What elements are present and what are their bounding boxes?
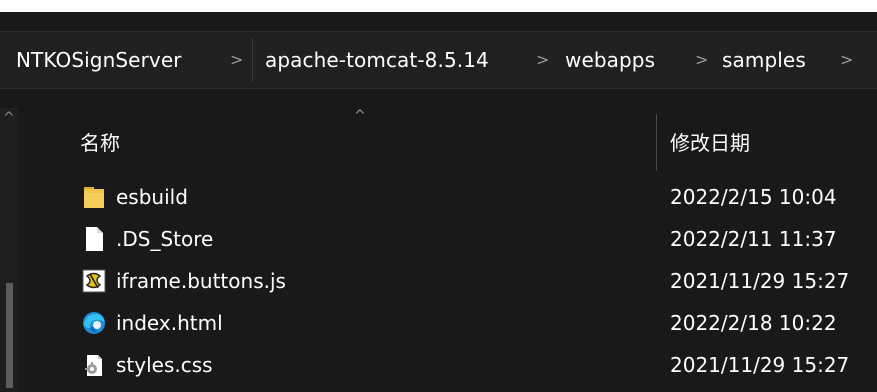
js-script-icon [82, 268, 106, 294]
chevron-right-icon[interactable]: > [840, 32, 853, 88]
folder-icon [82, 184, 106, 210]
file-date-modified: 2021/11/29 15:27 [670, 353, 850, 377]
sort-ascending-icon: ^ [354, 108, 366, 124]
chevron-right-icon[interactable]: > [536, 32, 549, 88]
file-row-index-html[interactable]: index.html 2022/2/18 10:22 [76, 302, 877, 344]
edge-browser-icon [82, 310, 106, 336]
file-name: iframe.buttons.js [116, 269, 286, 293]
column-header-name[interactable]: 名称 [80, 128, 120, 158]
file-row-iframe-buttons-js[interactable]: iframe.buttons.js 2021/11/29 15:27 [76, 260, 877, 302]
scrollbar-thumb[interactable] [6, 283, 13, 388]
file-date-modified: 2022/2/15 10:04 [670, 185, 837, 209]
breadcrumb-webapps[interactable]: webapps [565, 32, 655, 88]
window-top-edge [0, 0, 877, 12]
file-date-modified: 2022/2/18 10:22 [670, 311, 837, 335]
file-name: index.html [116, 311, 223, 335]
file-date-modified: 2022/2/11 11:37 [670, 227, 837, 251]
file-row-esbuild[interactable]: esbuild 2022/2/15 10:04 [76, 176, 877, 218]
chevron-right-icon[interactable]: > [230, 32, 243, 88]
file-row-ds-store[interactable]: .DS_Store 2022/2/11 11:37 [76, 218, 877, 260]
file-row-styles-css[interactable]: styles.css 2021/11/29 15:27 [76, 344, 877, 386]
navigation-pane-scrollbar[interactable]: ^ [0, 108, 18, 392]
file-name: esbuild [116, 185, 188, 209]
file-icon [82, 226, 106, 252]
file-date-modified: 2021/11/29 15:27 [670, 269, 850, 293]
breadcrumb-samples[interactable]: samples [722, 32, 806, 88]
breadcrumb-apache-tomcat[interactable]: apache-tomcat-8.5.14 [265, 32, 489, 88]
breadcrumb-divider [252, 38, 253, 82]
css-file-icon [82, 352, 106, 378]
column-header-date-modified[interactable]: 修改日期 [670, 128, 750, 158]
breadcrumb-ntkosignserver[interactable]: NTKOSignServer [16, 32, 182, 88]
file-explorer-window: NTKOSignServer > apache-tomcat-8.5.14 > … [0, 12, 877, 392]
chevron-right-icon[interactable]: > [695, 32, 708, 88]
file-name: styles.css [116, 353, 213, 377]
address-bar[interactable]: NTKOSignServer > apache-tomcat-8.5.14 > … [0, 31, 877, 89]
scroll-up-icon[interactable]: ^ [3, 108, 15, 128]
file-name: .DS_Store [116, 227, 214, 251]
column-divider[interactable] [656, 114, 657, 170]
